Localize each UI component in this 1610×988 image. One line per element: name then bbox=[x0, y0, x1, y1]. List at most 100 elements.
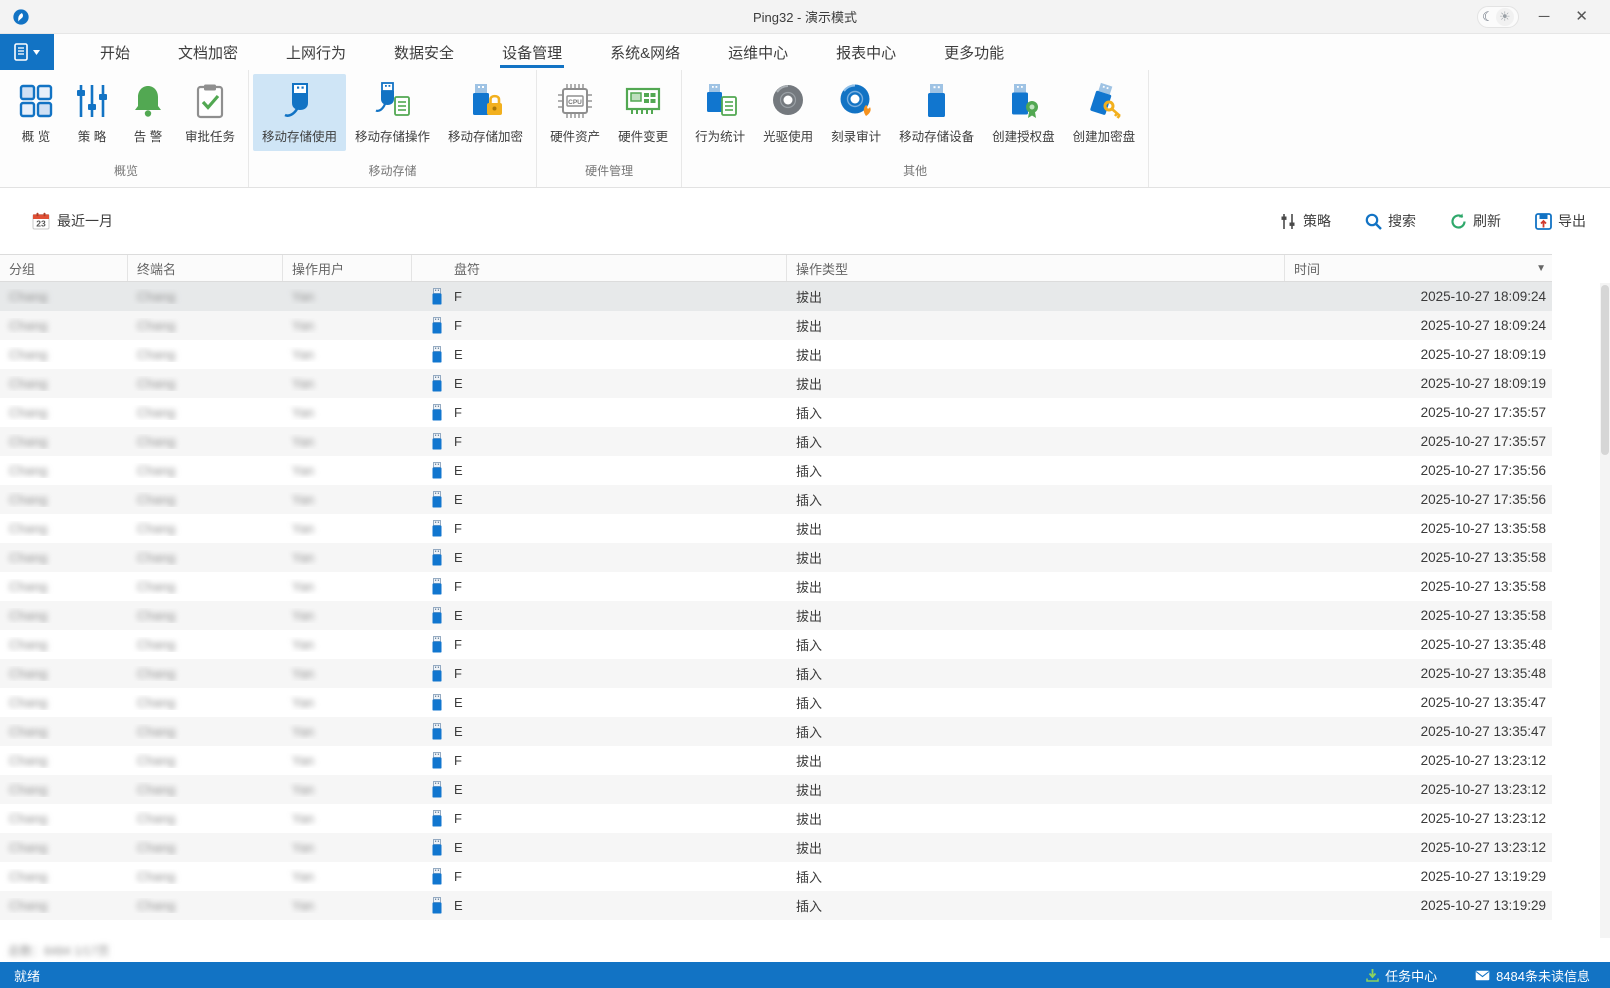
table-row[interactable]: Chang Chang Yan F 插入 2025-10-27 13:19:29 bbox=[0, 862, 1552, 891]
table-row[interactable]: Chang Chang Yan F 插入 2025-10-27 13:35:48 bbox=[0, 659, 1552, 688]
group-cell-redacted: Chang bbox=[9, 898, 47, 913]
ribbon-item-bell[interactable]: 告 警 bbox=[120, 74, 176, 151]
ping32-window: Ping32 - 演示模式 ☾ ☀ ─ ✕ 开始文档加密上网行为数据安全设备管理… bbox=[0, 0, 1610, 988]
table-row[interactable]: Chang Chang Yan F 拔出 2025-10-27 13:23:12 bbox=[0, 746, 1552, 775]
close-button[interactable]: ✕ bbox=[1569, 7, 1594, 26]
usb-drive-icon bbox=[431, 404, 443, 421]
column-header-time[interactable]: 时间 ▼ bbox=[1285, 255, 1552, 281]
table-row[interactable]: Chang Chang Yan E 拔出 2025-10-27 13:35:58 bbox=[0, 543, 1552, 572]
table-row[interactable]: Chang Chang Yan F 拔出 2025-10-27 13:23:12 bbox=[0, 804, 1552, 833]
terminal-cell-redacted: Chang bbox=[137, 347, 175, 362]
column-header-user[interactable]: 操作用户 bbox=[283, 255, 412, 281]
scrollbar-thumb[interactable] bbox=[1601, 285, 1609, 455]
app-menu-button[interactable] bbox=[0, 34, 54, 70]
tab-3[interactable]: 上网行为 bbox=[262, 34, 370, 70]
ribbon-item-usb-lock[interactable]: 移动存储加密 bbox=[439, 74, 532, 151]
sun-icon: ☀ bbox=[1496, 8, 1514, 26]
usb-drive-icon bbox=[431, 578, 443, 595]
tab-9[interactable]: 更多功能 bbox=[920, 34, 1028, 70]
operation-type-cell: 拔出 bbox=[787, 345, 1285, 364]
table-row[interactable]: Chang Chang Yan F 插入 2025-10-27 17:35:57 bbox=[0, 398, 1552, 427]
ribbon-item-clipboard[interactable]: 审批任务 bbox=[176, 74, 244, 151]
ribbon-item-label: 创建授权盘 bbox=[992, 126, 1055, 145]
group-cell-redacted: Chang bbox=[9, 695, 47, 710]
column-header-group[interactable]: 分组 bbox=[0, 255, 128, 281]
ribbon-item-pcb[interactable]: 硬件变更 bbox=[609, 74, 677, 151]
ribbon-item-usb-cert[interactable]: 创建授权盘 bbox=[983, 74, 1064, 151]
ribbon-item-usb-plug[interactable]: 移动存储使用 bbox=[253, 74, 346, 151]
ribbon-item-disc-burn[interactable]: 刻录审计 bbox=[822, 74, 890, 151]
ribbon-group-items: 移动存储使用 移动存储操作 移动存储加密 bbox=[253, 70, 532, 158]
status-ready-label: 就绪 bbox=[14, 966, 40, 985]
ribbon-item-grid[interactable]: 概 览 bbox=[8, 74, 64, 151]
ribbon-item-usb-key[interactable]: 创建加密盘 bbox=[1064, 74, 1145, 151]
ribbon-item-label: 刻录审计 bbox=[831, 126, 881, 145]
ribbon-item-label: 光驱使用 bbox=[763, 126, 813, 145]
sort-desc-icon[interactable]: ▼ bbox=[1536, 263, 1546, 274]
ribbon-item-usb[interactable]: 移动存储设备 bbox=[890, 74, 983, 151]
ribbon-item-usb-ops[interactable]: 移动存储操作 bbox=[346, 74, 439, 151]
group-cell-redacted: Chang bbox=[9, 840, 47, 855]
ribbon-item-label: 移动存储使用 bbox=[262, 126, 337, 145]
table-row[interactable]: Chang Chang Yan E 拔出 2025-10-27 13:35:58 bbox=[0, 601, 1552, 630]
search-button[interactable]: 搜索 bbox=[1359, 210, 1422, 232]
tab-7[interactable]: 运维中心 bbox=[704, 34, 812, 70]
tab-4[interactable]: 数据安全 bbox=[370, 34, 478, 70]
vertical-scrollbar[interactable] bbox=[1600, 283, 1610, 938]
ribbon-group-label: 移动存储 bbox=[253, 158, 532, 187]
disc-icon bbox=[768, 81, 808, 121]
column-header-optype[interactable]: 操作类型 bbox=[787, 255, 1285, 281]
tab-5-active[interactable]: 设备管理 bbox=[478, 34, 586, 70]
time-cell: 2025-10-27 18:09:19 bbox=[1285, 347, 1552, 362]
operation-type-cell: 拔出 bbox=[787, 606, 1285, 625]
ribbon-item-usb-stats[interactable]: 行为统计 bbox=[686, 74, 754, 151]
tab-2[interactable]: 文档加密 bbox=[154, 34, 262, 70]
group-cell-redacted: Chang bbox=[9, 637, 47, 652]
date-range-filter[interactable]: 23 最近一月 bbox=[26, 210, 119, 232]
table-row[interactable]: Chang Chang Yan F 拔出 2025-10-27 18:09:24 bbox=[0, 311, 1552, 340]
title-bar: Ping32 - 演示模式 ☾ ☀ ─ ✕ bbox=[0, 0, 1610, 34]
operation-type-cell: 拔出 bbox=[787, 577, 1285, 596]
refresh-button[interactable]: 刷新 bbox=[1444, 210, 1507, 232]
user-cell-redacted: Yan bbox=[292, 695, 314, 710]
tab-1[interactable]: 开始 bbox=[76, 34, 154, 70]
table-row[interactable]: Chang Chang Yan F 拔出 2025-10-27 13:35:58 bbox=[0, 514, 1552, 543]
table-header-row: 分组 终端名 操作用户 盘符 操作类型 时间 ▼ bbox=[0, 254, 1552, 282]
unread-messages-button[interactable]: 8484条未读信息 bbox=[1469, 965, 1596, 986]
toolbar-actions: 策略 搜索 刷新 导出 bbox=[1274, 210, 1592, 232]
ribbon-item-sliders[interactable]: 策 略 bbox=[64, 74, 120, 151]
table-row[interactable]: Chang Chang Yan E 插入 2025-10-27 17:35:56 bbox=[0, 456, 1552, 485]
table-row[interactable]: Chang Chang Yan E 拔出 2025-10-27 13:23:12 bbox=[0, 775, 1552, 804]
table-row[interactable]: Chang Chang Yan E 拔出 2025-10-27 13:23:12 bbox=[0, 833, 1552, 862]
task-center-button[interactable]: 任务中心 bbox=[1360, 965, 1443, 986]
column-header-drive[interactable]: 盘符 bbox=[445, 255, 787, 281]
table-row[interactable]: Chang Chang Yan E 插入 2025-10-27 13:35:47 bbox=[0, 688, 1552, 717]
usb-drive-icon bbox=[431, 520, 443, 537]
ribbon-item-disc[interactable]: 光驱使用 bbox=[754, 74, 822, 151]
export-button[interactable]: 导出 bbox=[1529, 210, 1592, 232]
group-cell-redacted: Chang bbox=[9, 376, 47, 391]
theme-toggle[interactable]: ☾ ☀ bbox=[1477, 6, 1519, 28]
tab-6[interactable]: 系统&网络 bbox=[586, 34, 704, 70]
ribbon-item-cpu[interactable]: CPU硬件资产 bbox=[541, 74, 609, 151]
refresh-icon bbox=[1450, 213, 1467, 230]
table-row[interactable]: Chang Chang Yan E 插入 2025-10-27 17:35:56 bbox=[0, 485, 1552, 514]
drive-letter-cell: F bbox=[445, 869, 787, 884]
table-row[interactable]: Chang Chang Yan F 插入 2025-10-27 13:35:48 bbox=[0, 630, 1552, 659]
table-row[interactable]: Chang Chang Yan E 拔出 2025-10-27 18:09:19 bbox=[0, 340, 1552, 369]
column-header-icon[interactable] bbox=[412, 255, 445, 281]
table-row[interactable]: Chang Chang Yan E 插入 2025-10-27 13:35:47 bbox=[0, 717, 1552, 746]
time-cell: 2025-10-27 18:09:24 bbox=[1285, 289, 1552, 304]
user-cell-redacted: Yan bbox=[292, 724, 314, 739]
table-row[interactable]: Chang Chang Yan F 拔出 2025-10-27 13:35:58 bbox=[0, 572, 1552, 601]
table-row[interactable]: Chang Chang Yan F 拔出 2025-10-27 18:09:24 bbox=[0, 282, 1552, 311]
column-header-terminal[interactable]: 终端名 bbox=[128, 255, 283, 281]
user-cell-redacted: Yan bbox=[292, 811, 314, 826]
table-row[interactable]: Chang Chang Yan E 拔出 2025-10-27 18:09:19 bbox=[0, 369, 1552, 398]
minimize-button[interactable]: ─ bbox=[1533, 7, 1556, 26]
sliders-button[interactable]: 策略 bbox=[1274, 210, 1337, 232]
tool-button-label: 刷新 bbox=[1473, 211, 1501, 231]
table-row[interactable]: Chang Chang Yan F 插入 2025-10-27 17:35:57 bbox=[0, 427, 1552, 456]
table-row[interactable]: Chang Chang Yan E 插入 2025-10-27 13:19:29 bbox=[0, 891, 1552, 920]
tab-8[interactable]: 报表中心 bbox=[812, 34, 920, 70]
